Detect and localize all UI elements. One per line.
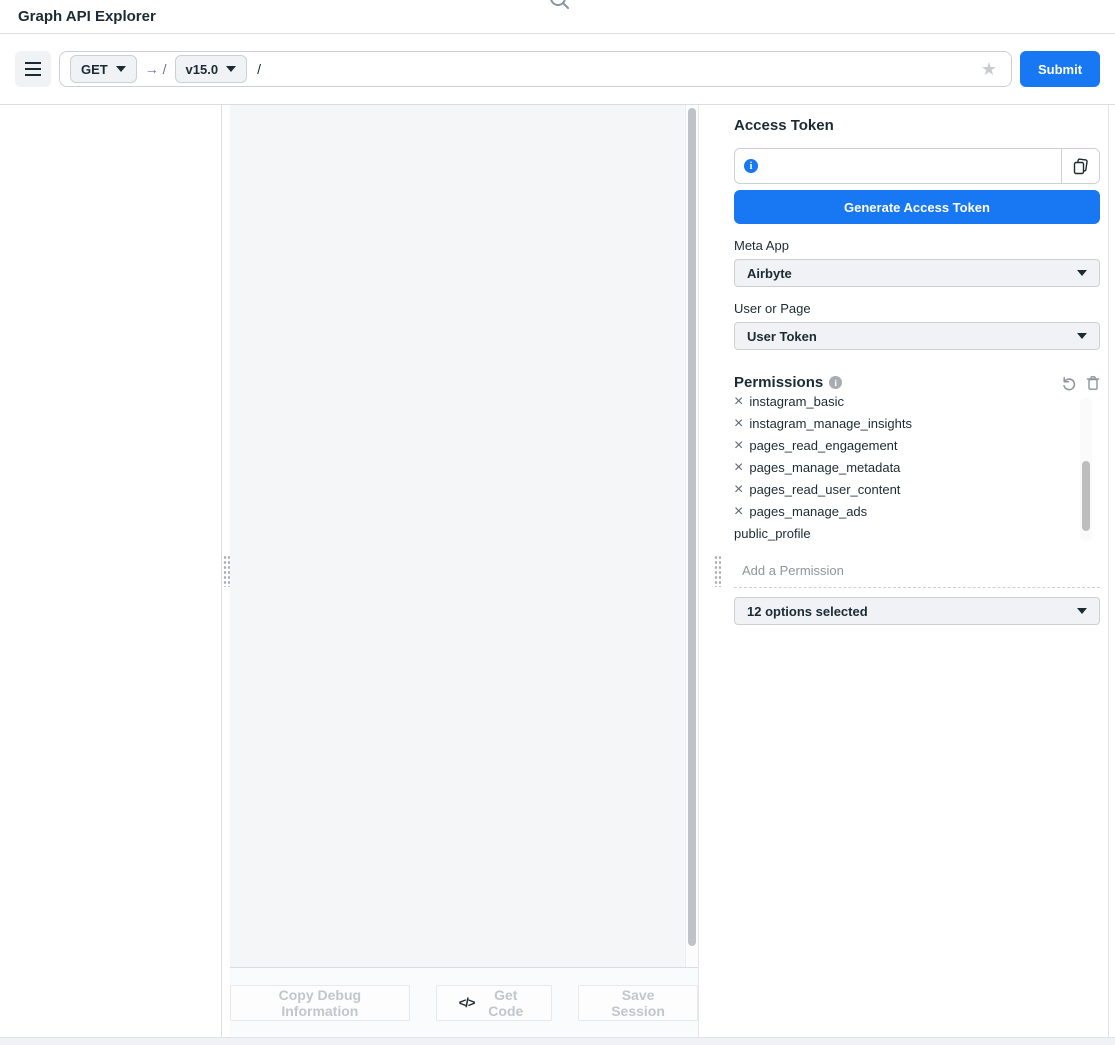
page-title: Graph API Explorer (18, 8, 156, 25)
remove-permission-icon[interactable]: × (734, 396, 743, 413)
user-or-page-label: User or Page (734, 301, 1100, 316)
window-bottom-strip (0, 1037, 1115, 1044)
request-bar[interactable]: GET → / v15.0 ★ (59, 51, 1012, 87)
save-session-label: Save Session (601, 987, 675, 1019)
chevron-down-icon (1077, 608, 1087, 614)
user-or-page-selected: User Token (747, 329, 817, 344)
undo-permissions-button[interactable] (1061, 375, 1077, 391)
remove-permission-icon[interactable]: × (734, 501, 743, 523)
version-dropdown[interactable]: v15.0 (175, 55, 248, 83)
add-permission-input[interactable] (734, 561, 1100, 588)
access-token-panel: Access Token i Generate Access Token Met… (733, 105, 1115, 1037)
copy-icon (1072, 158, 1089, 175)
permission-item: × pages_read_user_content (734, 479, 1074, 501)
access-token-field[interactable]: i (734, 148, 1100, 184)
permission-item: × pages_read_engagement (734, 435, 1074, 457)
arrow-path-segment: → / (145, 61, 167, 77)
scrollbar-thumb[interactable] (1082, 461, 1090, 531)
access-token-heading: Access Token (734, 117, 1100, 134)
remove-permission-icon[interactable]: × (734, 435, 743, 457)
permission-item: public_profile (734, 523, 1074, 543)
get-code-label: Get Code (482, 987, 529, 1019)
left-resize-handle[interactable] (222, 105, 230, 1037)
permission-item: × pages_manage_metadata (734, 457, 1074, 479)
star-icon[interactable]: ★ (981, 59, 997, 80)
main-area: Copy Debug Information </> Get Code Save… (0, 105, 1115, 1037)
permission-item: × instagram_basic (734, 396, 1074, 413)
graph-api-explorer-app: Graph API Explorer GET → / v15.0 ★ S (0, 0, 1115, 1038)
method-dropdown[interactable]: GET (70, 55, 137, 83)
get-code-button[interactable]: </> Get Code (436, 985, 552, 1021)
drag-dots-icon (223, 555, 230, 587)
copy-debug-button[interactable]: Copy Debug Information (230, 985, 410, 1021)
response-footer: Copy Debug Information </> Get Code Save… (230, 967, 698, 1037)
trash-icon (1086, 375, 1100, 391)
info-icon[interactable]: i (829, 376, 842, 389)
code-icon: </> (459, 995, 475, 1010)
response-panel: Copy Debug Information </> Get Code Save… (230, 105, 698, 1037)
permissions-header: Permissions i (734, 374, 1100, 391)
permissions-heading: Permissions (734, 374, 823, 391)
scrollbar-thumb[interactable] (688, 108, 696, 946)
permission-label: instagram_manage_insights (749, 413, 912, 435)
permissions-list: × instagram_basic × instagram_manage_ins… (734, 396, 1100, 543)
permission-item: × instagram_manage_insights (734, 413, 1074, 435)
access-token-input[interactable] (758, 149, 1061, 183)
submit-button[interactable]: Submit (1020, 51, 1100, 87)
user-or-page-select[interactable]: User Token (734, 322, 1100, 350)
permissions-options-select[interactable]: 12 options selected (734, 597, 1100, 625)
response-canvas (230, 105, 698, 967)
permission-label: pages_read_user_content (749, 479, 900, 501)
meta-app-select[interactable]: Airbyte (734, 259, 1100, 287)
method-label: GET (81, 62, 108, 77)
version-label: v15.0 (186, 62, 219, 77)
request-toolbar: GET → / v15.0 ★ Submit (0, 34, 1115, 105)
meta-app-label: Meta App (734, 238, 1100, 253)
permission-label: pages_manage_ads (749, 501, 867, 523)
chevron-down-icon (1077, 333, 1087, 339)
permissions-scrollbar[interactable] (1080, 398, 1092, 541)
copy-token-button[interactable] (1061, 149, 1099, 183)
clear-permissions-button[interactable] (1086, 375, 1100, 391)
left-sidebar-panel (0, 105, 222, 1037)
response-scrollbar[interactable] (685, 105, 698, 967)
endpoint-path-input[interactable] (257, 61, 977, 77)
remove-permission-icon[interactable]: × (734, 457, 743, 479)
permission-label: pages_read_engagement (749, 435, 897, 457)
permission-label: public_profile (734, 523, 811, 543)
chevron-down-icon (226, 66, 236, 72)
remove-permission-icon[interactable]: × (734, 479, 743, 501)
permission-label: instagram_basic (749, 396, 844, 413)
undo-icon (1061, 375, 1077, 391)
meta-app-selected: Airbyte (747, 266, 792, 281)
permission-item: × pages_manage_ads (734, 501, 1074, 523)
search-icon[interactable] (546, 0, 572, 10)
save-session-button[interactable]: Save Session (578, 985, 698, 1021)
right-resize-handle[interactable] (698, 105, 733, 1037)
generate-access-token-button[interactable]: Generate Access Token (734, 190, 1100, 224)
panel-edge-line (1108, 105, 1109, 1037)
copy-debug-label: Copy Debug Information (253, 987, 387, 1019)
info-icon[interactable]: i (744, 159, 758, 173)
app-header: Graph API Explorer (0, 0, 1115, 34)
menu-button[interactable] (15, 51, 51, 87)
remove-permission-icon[interactable]: × (734, 413, 743, 435)
chevron-down-icon (1077, 270, 1087, 276)
options-selected-label: 12 options selected (747, 604, 868, 619)
permission-label: pages_manage_metadata (749, 457, 900, 479)
drag-dots-icon (714, 555, 721, 587)
chevron-down-icon (116, 66, 126, 72)
